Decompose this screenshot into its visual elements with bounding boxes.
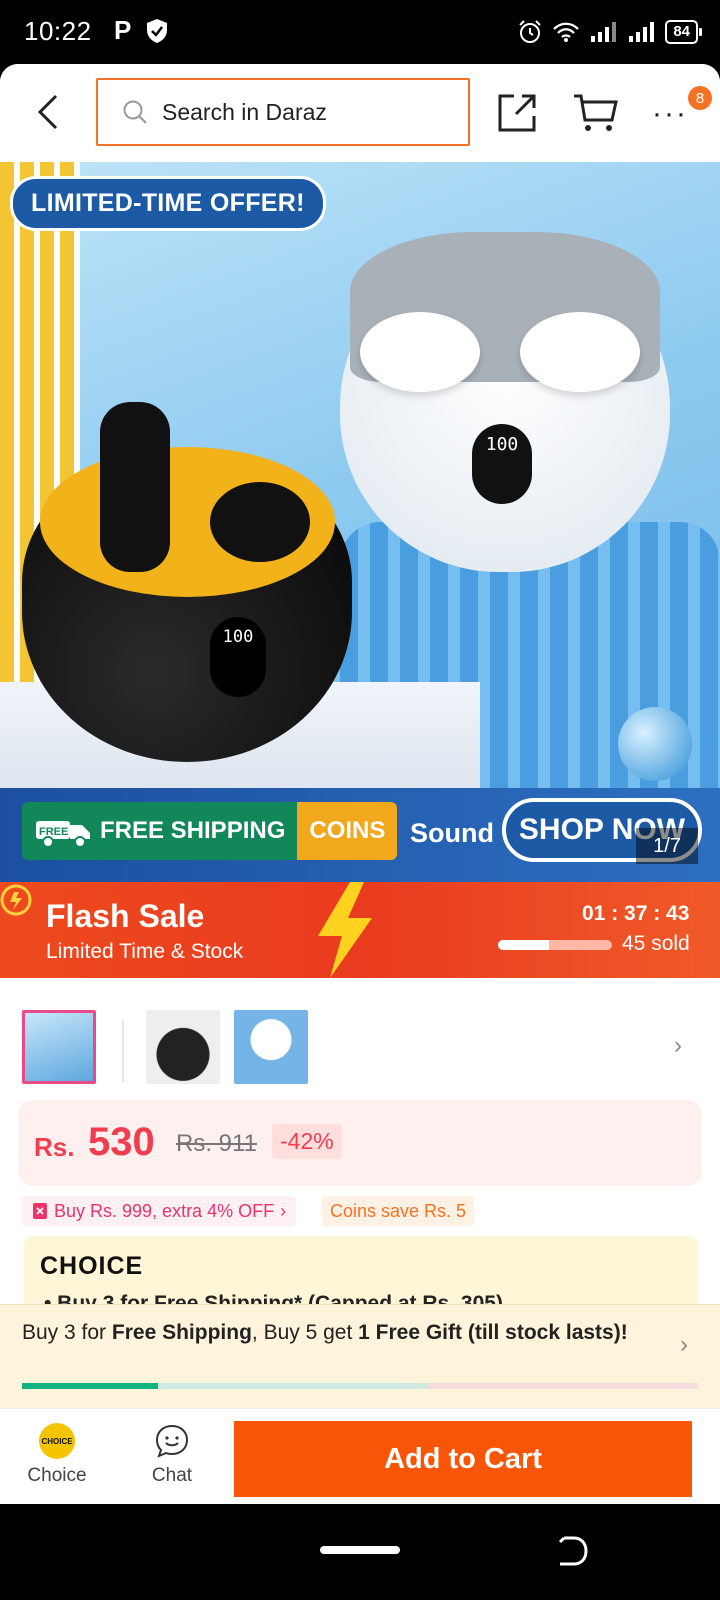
notification-badge: 8: [688, 86, 712, 110]
voucher-chip[interactable]: Buy Rs. 999, extra 4% OFF ›: [22, 1196, 297, 1226]
back-button[interactable]: [28, 90, 68, 134]
voucher-icon: [33, 1203, 47, 1219]
choice-label: Choice: [27, 1465, 87, 1486]
alarm-clock-icon: [0, 884, 32, 916]
progress-segment-next: [158, 1383, 428, 1389]
battery-icon: 84: [665, 20, 702, 44]
free-shipping-badge: FREE FREE SHIPPING COINS: [22, 802, 398, 860]
home-gesture-bar[interactable]: [320, 1546, 400, 1554]
alarm-icon: [519, 20, 542, 43]
limited-offer-tag: LIMITED-TIME OFFER!: [10, 176, 326, 231]
chevron-right-icon: ›: [680, 1331, 688, 1358]
search-icon: [123, 100, 147, 124]
choice-icon: CHOICE: [39, 1423, 75, 1459]
current-price: 530: [88, 1120, 155, 1164]
system-nav-bar: [0, 1504, 720, 1600]
coins-label: COINS: [297, 802, 398, 860]
black-earbud-right: [210, 482, 310, 562]
fs-part1: Buy 3 for: [22, 1321, 112, 1344]
chat-icon: [155, 1424, 189, 1458]
free-shipping-progress: [22, 1383, 698, 1389]
more-menu-button[interactable]: ···: [652, 94, 692, 134]
sold-progress-bar: [498, 940, 612, 950]
shield-check-icon: [147, 19, 167, 43]
status-icons: 84: [517, 18, 702, 46]
thumbnail-divider: [122, 1020, 124, 1082]
truck-icon: FREE: [36, 821, 90, 848]
search-input[interactable]: [162, 98, 442, 126]
free-shipping-text: FREE SHIPPING: [100, 817, 286, 844]
more-icon: ···: [652, 97, 688, 130]
progress-segment-rest: [428, 1383, 698, 1389]
chat-label: Chat: [151, 1465, 193, 1486]
flash-sale-subtitle: Limited Time & Stock: [46, 940, 244, 963]
flash-sale-title: Flash Sale: [46, 898, 205, 934]
flash-sale-timer: 01 : 37 : 43: [582, 902, 690, 925]
search-box[interactable]: [96, 78, 470, 146]
currency-label: Rs.: [34, 1132, 75, 1162]
white-case-display: 100: [472, 424, 532, 504]
chevron-left-icon: [37, 94, 58, 130]
status-time: 10:22: [24, 16, 92, 46]
decor-bubble: [618, 707, 692, 781]
thumbnail-strip: ›: [0, 978, 720, 1104]
choice-logo: CHOICE: [40, 1252, 144, 1280]
discount-badge: -42%: [272, 1124, 342, 1159]
flash-sale-banner[interactable]: Flash Sale Limited Time & Stock 01 : 37 …: [0, 882, 720, 978]
price-box: Rs. 530 Rs. 911 -42%: [18, 1100, 702, 1186]
share-icon[interactable]: [496, 92, 538, 134]
sold-count: 45 sold: [622, 932, 690, 955]
chevron-right-icon[interactable]: ›: [674, 1032, 682, 1060]
fs-bold2: 1 Free Gift (till stock lasts)!: [358, 1321, 628, 1344]
cart-icon[interactable]: [572, 92, 618, 134]
voucher-text: Buy Rs. 999, extra 4% OFF: [54, 1200, 275, 1221]
banner-sound-text: Sound: [410, 818, 494, 848]
chevron-right-icon: ›: [280, 1200, 287, 1221]
bottom-action-bar: CHOICE Choice Chat Add to Cart: [0, 1408, 720, 1504]
fs-bold1: Free Shipping: [111, 1321, 252, 1344]
thumbnail-2[interactable]: [146, 1010, 220, 1084]
free-shipping-message: Buy 3 for Free Shipping, Buy 5 get 1 Fre…: [22, 1321, 642, 1345]
coins-chip: Coins save Rs. 5: [322, 1196, 475, 1226]
parking-icon: P: [114, 15, 132, 45]
product-page: ··· 8 100 100 LIMITED-TIME OFFER!: [0, 64, 720, 1504]
add-to-cart-button[interactable]: Add to Cart: [234, 1421, 692, 1497]
free-mini-label: FREE: [39, 826, 68, 838]
image-counter: 1/7: [636, 828, 698, 864]
free-shipping-label: FREE FREE SHIPPING: [22, 802, 298, 860]
fs-part2: , Buy 5 get: [251, 1321, 359, 1344]
choice-button[interactable]: CHOICE Choice: [18, 1423, 96, 1495]
black-case-display: 100: [210, 617, 266, 697]
sold-progress-fill: [498, 940, 550, 950]
back-gesture-icon[interactable]: [556, 1534, 590, 1568]
black-earbud-left: [100, 402, 170, 572]
header: ··· 8: [0, 64, 720, 162]
signal-icon-1: [591, 22, 617, 42]
signal-icon-2: [629, 22, 655, 42]
white-earbud-right: [520, 312, 640, 392]
thumbnail-1[interactable]: [22, 1010, 96, 1084]
original-price: Rs. 911: [176, 1130, 257, 1157]
wifi-icon: [553, 22, 580, 42]
chat-button[interactable]: Chat: [136, 1423, 208, 1495]
lightning-icon: [318, 882, 372, 978]
product-image-carousel[interactable]: 100 100 LIMITED-TIME OFFER! FREE FREE SH…: [0, 162, 720, 882]
thumbnail-3[interactable]: [234, 1010, 308, 1084]
status-bar: 10:22 P 84: [0, 0, 720, 64]
progress-segment-done: [22, 1383, 158, 1389]
free-shipping-banner[interactable]: Buy 3 for Free Shipping, Buy 5 get 1 Fre…: [0, 1304, 720, 1408]
white-earbud-left: [360, 312, 480, 392]
